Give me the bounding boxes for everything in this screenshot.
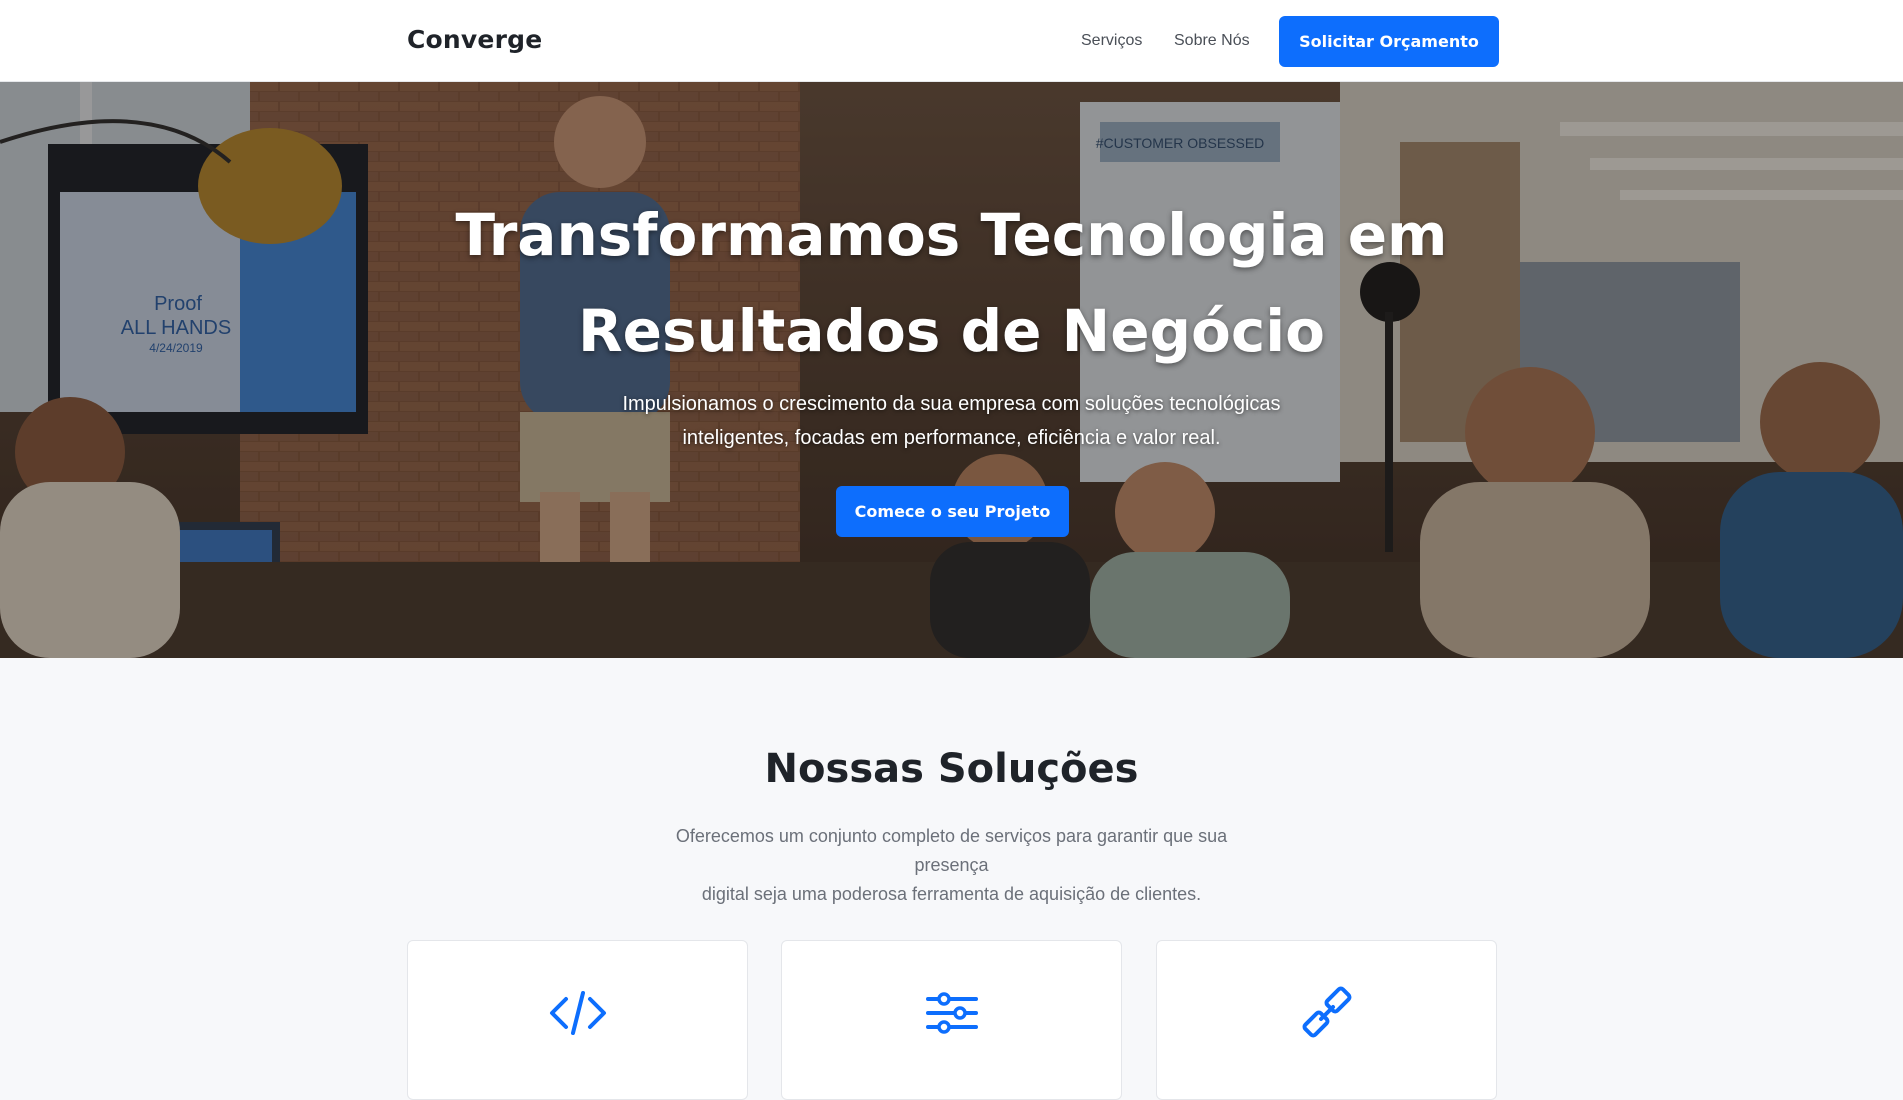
nav-link-services[interactable]: Serviços	[1081, 32, 1142, 50]
logo[interactable]: Converge	[407, 25, 542, 54]
nav-link-about[interactable]: Sobre Nós	[1174, 32, 1250, 50]
section-title: Nossas Soluções	[764, 746, 1139, 792]
hero-title: Transformamos Tecnologia em Resultados d…	[0, 187, 1903, 379]
code-icon	[549, 991, 606, 1035]
section-description-line1: Oferecemos um conjunto completo de servi…	[675, 826, 1228, 875]
pencil-icon	[1302, 986, 1351, 1038]
site-header: Converge Serviços Sobre Nós Solicitar Or…	[0, 0, 1903, 82]
hero-title-line1: Transformamos Tecnologia em	[455, 201, 1448, 269]
solution-card-development[interactable]	[407, 940, 748, 1100]
hero-subtitle-line2: inteligentes, focadas em performance, ef…	[682, 427, 1221, 449]
hero-subtitle-line1: Impulsionamos o crescimento da sua empre…	[622, 393, 1281, 415]
start-project-button[interactable]: Comece o seu Projeto	[836, 486, 1069, 537]
request-quote-button[interactable]: Solicitar Orçamento	[1279, 16, 1499, 67]
section-description-line2: digital seja uma poderosa ferramenta de …	[701, 884, 1202, 904]
solution-card-configuration[interactable]	[781, 940, 1122, 1100]
sliders-icon	[925, 992, 978, 1034]
solution-card-design[interactable]	[1156, 940, 1497, 1100]
hero-section: Proof ALL HANDS 4/24/2019 #CUSTOMER OBSE…	[0, 82, 1903, 658]
hero-title-line2: Resultados de Negócio	[577, 297, 1326, 365]
section-description: Oferecemos um conjunto completo de servi…	[640, 822, 1263, 909]
solutions-section: Nossas Soluções Oferecemos um conjunto c…	[0, 658, 1903, 1100]
hero-subtitle: Impulsionamos o crescimento da sua empre…	[620, 387, 1283, 455]
